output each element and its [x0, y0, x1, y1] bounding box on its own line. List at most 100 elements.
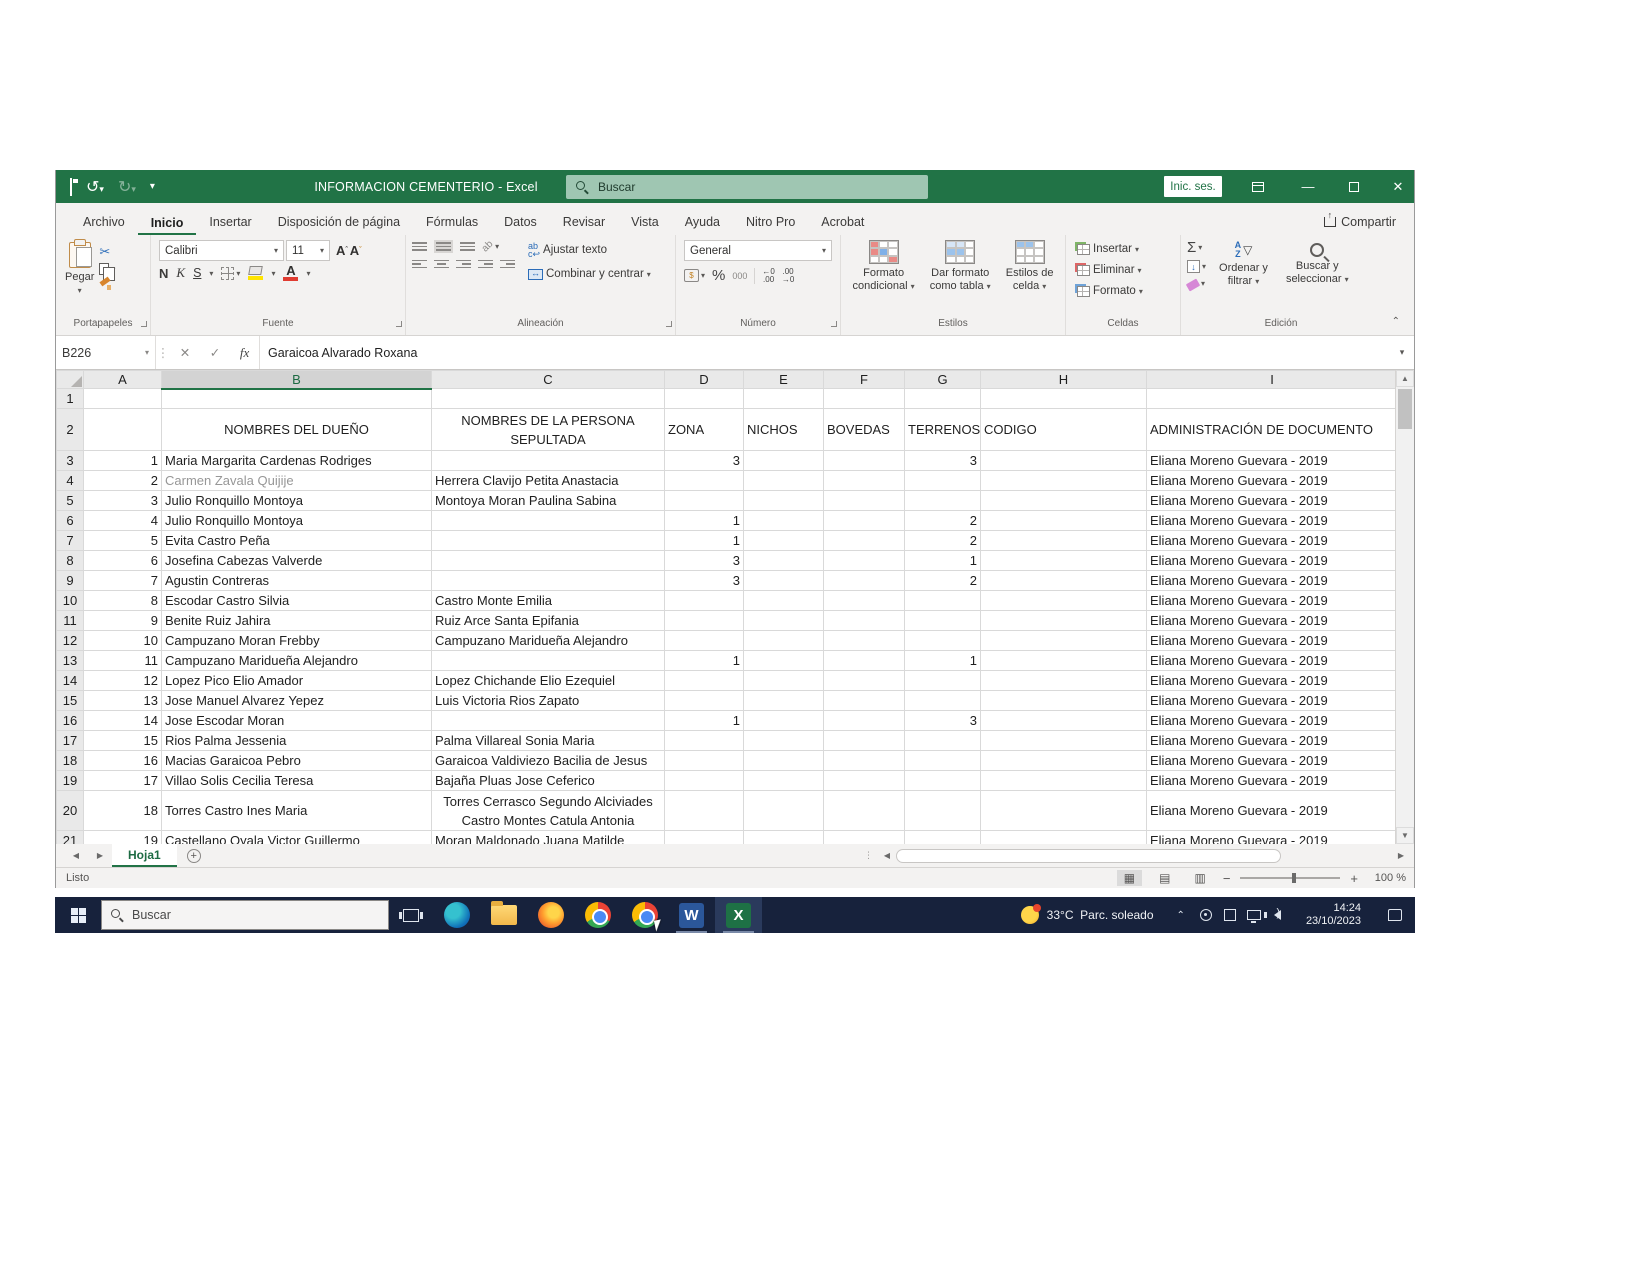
alignment-dialog-launcher-icon[interactable] — [666, 321, 672, 327]
cell-codigo[interactable] — [981, 751, 1147, 771]
ribbon-tab[interactable]: Disposición de página — [265, 208, 413, 235]
cell-terrenos[interactable] — [905, 771, 981, 791]
collapse-ribbon-icon[interactable]: ⌃ — [1392, 316, 1400, 327]
cell-terrenos[interactable]: 1 — [905, 551, 981, 571]
cell-owner-header[interactable]: NOMBRES DEL DUEÑO — [162, 409, 432, 451]
cell-admin[interactable]: Eliana Moreno Guevara - 2019 — [1147, 751, 1398, 771]
cell-terrenos[interactable] — [905, 791, 981, 831]
borders-button[interactable]: ▾ — [221, 267, 240, 280]
cell-owner[interactable]: Campuzano Maridueña Alejandro — [162, 651, 432, 671]
row-header[interactable]: 15 — [57, 691, 84, 711]
scroll-down-icon[interactable]: ▼ — [1396, 827, 1414, 844]
cell-terrenos[interactable]: 2 — [905, 531, 981, 551]
select-all-corner[interactable] — [57, 371, 84, 389]
cell-terrenos[interactable] — [905, 831, 981, 845]
cell-index[interactable]: 8 — [84, 591, 162, 611]
cell-buried[interactable]: Ruiz Arce Santa Epifania — [432, 611, 665, 631]
cell-buried[interactable]: Herrera Clavijo Petita Anastacia — [432, 471, 665, 491]
taskbar-clock[interactable]: 14:24 23/10/2023 — [1290, 902, 1375, 928]
cell-terrenos[interactable] — [905, 491, 981, 511]
cell-owner[interactable]: Lopez Pico Elio Amador — [162, 671, 432, 691]
cell-index[interactable]: 9 — [84, 611, 162, 631]
row-header[interactable]: 11 — [57, 611, 84, 631]
cell-index[interactable]: 14 — [84, 711, 162, 731]
cell-zona[interactable]: 1 — [665, 511, 744, 531]
column-header[interactable]: H — [981, 371, 1147, 389]
taskbar-word-button[interactable]: W — [668, 897, 715, 933]
cell-owner[interactable]: Carmen Zavala Quijije — [162, 471, 432, 491]
cell-bovedas[interactable] — [824, 771, 905, 791]
cell-bovedas[interactable] — [824, 491, 905, 511]
cell-nichos[interactable] — [744, 691, 824, 711]
cell-zona[interactable] — [665, 491, 744, 511]
accounting-format-button[interactable]: $▾ — [684, 269, 705, 282]
cell-buried[interactable]: Bajaña Pluas Jose Ceferico — [432, 771, 665, 791]
cell-codigo[interactable] — [981, 831, 1147, 845]
zoom-slider[interactable] — [1240, 877, 1340, 879]
cell-bovedas[interactable] — [824, 451, 905, 471]
zoom-slider-thumb[interactable] — [1292, 873, 1296, 883]
cell-index[interactable]: 12 — [84, 671, 162, 691]
align-left-icon[interactable] — [412, 260, 427, 269]
cell-owner[interactable]: Torres Castro Ines Maria — [162, 791, 432, 831]
align-right-icon[interactable] — [456, 260, 471, 269]
cell-bovedas[interactable] — [824, 711, 905, 731]
cell-terrenos[interactable]: 2 — [905, 511, 981, 531]
cell-terrenos[interactable] — [905, 631, 981, 651]
row-header[interactable]: 7 — [57, 531, 84, 551]
cell-owner[interactable]: Josefina Cabezas Valverde — [162, 551, 432, 571]
cell-buried[interactable]: Torres Cerrasco Segundo AlciviadesCastro… — [432, 791, 665, 831]
cell-zona[interactable]: 3 — [665, 551, 744, 571]
page-break-view-icon[interactable]: ▥ — [1187, 870, 1212, 886]
cell-buried[interactable] — [432, 711, 665, 731]
cell-bovedas[interactable] — [824, 791, 905, 831]
clear-button[interactable]: ▾ — [1187, 277, 1206, 289]
cell-zona[interactable] — [665, 471, 744, 491]
cell-zona-header[interactable]: ZONA — [665, 409, 744, 451]
cell-terrenos[interactable] — [905, 671, 981, 691]
close-button[interactable]: ✕ — [1378, 170, 1418, 203]
cell-zona[interactable]: 1 — [665, 651, 744, 671]
cell-buried[interactable] — [432, 651, 665, 671]
cell-index[interactable]: 13 — [84, 691, 162, 711]
clipboard-dialog-launcher-icon[interactable] — [141, 321, 147, 327]
ribbon-tab[interactable]: Nitro Pro — [733, 208, 808, 235]
cell-bovedas[interactable] — [824, 571, 905, 591]
decrease-font-icon[interactable]: Aˇ — [350, 245, 362, 256]
row-header[interactable]: 10 — [57, 591, 84, 611]
row-header[interactable]: 20 — [57, 791, 84, 831]
copy-button[interactable]: ▾ — [99, 263, 115, 275]
cell-nichos[interactable] — [744, 831, 824, 845]
cell-buried-header[interactable]: NOMBRES DE LA PERSONASEPULTADA — [432, 409, 665, 451]
cell-bovedas[interactable] — [824, 651, 905, 671]
taskbar-weather[interactable]: 33°C Parc. soleado — [1021, 906, 1168, 924]
ribbon-tab[interactable]: Acrobat — [808, 208, 877, 235]
insert-function-icon[interactable]: fx — [240, 345, 249, 361]
cell-codigo[interactable] — [981, 671, 1147, 691]
cell-terrenos-header[interactable]: TERRENOS — [905, 409, 981, 451]
cell-zona[interactable] — [665, 751, 744, 771]
align-center-icon[interactable] — [434, 260, 449, 269]
cell-nichos[interactable] — [744, 771, 824, 791]
cell-terrenos[interactable]: 1 — [905, 651, 981, 671]
cell-codigo[interactable] — [981, 611, 1147, 631]
start-button[interactable] — [55, 897, 101, 933]
tray-security-icon[interactable] — [1218, 897, 1242, 933]
taskbar-chrome2-button[interactable] — [621, 897, 668, 933]
name-box[interactable]: B226▾ — [56, 336, 156, 369]
cell-index[interactable]: 10 — [84, 631, 162, 651]
decrease-indent-icon[interactable] — [478, 260, 493, 269]
hscroll-left-icon[interactable]: ◀ — [880, 851, 894, 860]
cell-codigo[interactable] — [981, 691, 1147, 711]
row-header[interactable]: 2 — [57, 409, 84, 451]
cell-nichos[interactable] — [744, 671, 824, 691]
cell-bovedas[interactable] — [824, 611, 905, 631]
tray-volume-icon[interactable] — [1266, 897, 1290, 933]
format-painter-icon[interactable] — [99, 278, 111, 290]
cell-owner[interactable]: Jose Escodar Moran — [162, 711, 432, 731]
cell-codigo[interactable] — [981, 571, 1147, 591]
cell-buried[interactable]: Palma Villareal Sonia Maria — [432, 731, 665, 751]
cell-bovedas[interactable] — [824, 691, 905, 711]
delete-cells-button[interactable]: Eliminar▾ — [1074, 262, 1172, 278]
cell-index[interactable]: 17 — [84, 771, 162, 791]
